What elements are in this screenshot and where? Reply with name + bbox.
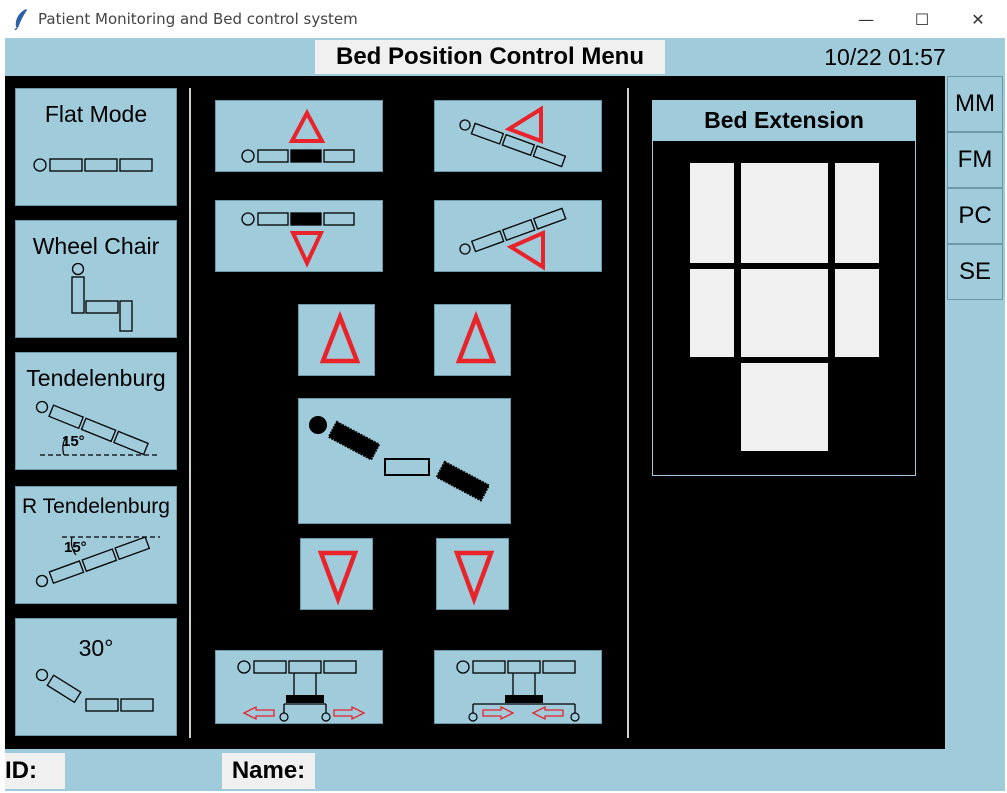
wheel-chair-label: Wheel Chair <box>32 233 160 259</box>
tilt-head-up-icon <box>459 105 567 168</box>
wheel-chair-button[interactable]: Wheel Chair <box>15 220 177 338</box>
tab-mm[interactable]: MM <box>947 76 1003 132</box>
bed-sections-icon <box>309 416 491 502</box>
bed-extension-panel <box>652 140 916 476</box>
flat-bed-icon <box>32 155 154 173</box>
close-button[interactable]: ✕ <box>958 4 998 34</box>
down-arrow-icon <box>317 550 359 606</box>
patient-id-field[interactable] <box>65 753 222 789</box>
tilt-head-up-button[interactable] <box>434 100 602 172</box>
leg-section-up-button[interactable] <box>434 304 511 376</box>
retract-bed-button[interactable] <box>434 650 602 724</box>
reverse-trendelenburg-label: R Tendelenburg <box>22 495 170 518</box>
reverse-trendelenburg-button[interactable]: R Tendelenburg 15° <box>15 486 177 604</box>
bed-position-display <box>298 398 511 524</box>
leg-section-down-button[interactable] <box>436 538 509 610</box>
extension-cell[interactable] <box>741 269 828 357</box>
patient-name-field[interactable] <box>315 753 1003 789</box>
incline-30-icon <box>32 665 172 717</box>
bed-extension-title: Bed Extension <box>652 100 916 140</box>
extend-bed-button[interactable] <box>215 650 383 724</box>
down-arrow-icon <box>453 550 495 606</box>
raise-bed-button[interactable] <box>215 100 383 172</box>
extension-cell[interactable] <box>690 163 734 263</box>
flat-mode-button[interactable]: Flat Mode <box>15 88 177 206</box>
page-title: Bed Position Control Menu <box>315 40 665 74</box>
trendelenburg-icon <box>32 397 172 467</box>
lower-bed-icon <box>241 212 355 268</box>
tilt-head-down-icon <box>459 207 567 271</box>
trendelenburg-button[interactable]: Tendelenburg 15° <box>15 352 177 470</box>
trendelenburg-label: Tendelenburg <box>26 365 166 391</box>
extension-cell[interactable] <box>690 269 734 357</box>
divider <box>627 88 629 738</box>
patient-id-label: ID: <box>5 753 65 789</box>
up-arrow-icon <box>455 310 497 364</box>
reverse-trendelenburg-angle: 15° <box>64 539 87 556</box>
extend-bed-icon <box>237 660 366 722</box>
tilt-head-down-button[interactable] <box>434 200 602 272</box>
maximize-button[interactable]: ☐ <box>902 4 942 34</box>
extension-cell[interactable] <box>741 363 828 451</box>
patient-name-label: Name: <box>222 753 315 789</box>
reverse-trendelenburg-icon <box>32 529 172 599</box>
back-section-up-button[interactable] <box>298 304 375 376</box>
extension-cell[interactable] <box>835 269 879 357</box>
window-title: Patient Monitoring and Bed control syste… <box>38 10 358 28</box>
feather-icon <box>12 8 30 30</box>
up-arrow-icon <box>319 310 361 364</box>
retract-bed-icon <box>456 660 580 722</box>
tab-pc[interactable]: PC <box>947 188 1003 244</box>
trendelenburg-angle: 15° <box>62 433 85 450</box>
incline-30-button[interactable]: 30° <box>15 618 177 736</box>
incline-30-label: 30° <box>78 635 114 661</box>
back-section-down-button[interactable] <box>300 538 373 610</box>
datetime-display: 10/22 01:57 <box>824 43 946 70</box>
raise-bed-icon <box>241 108 355 163</box>
minimize-button[interactable]: — <box>846 4 886 34</box>
extension-cell[interactable] <box>835 163 879 263</box>
tab-fm[interactable]: FM <box>947 132 1003 188</box>
flat-mode-label: Flat Mode <box>44 101 148 127</box>
tab-se[interactable]: SE <box>947 244 1003 300</box>
extension-cell[interactable] <box>741 163 828 263</box>
wheelchair-position-icon <box>68 263 138 333</box>
lower-bed-button[interactable] <box>215 200 383 272</box>
divider <box>189 88 191 738</box>
